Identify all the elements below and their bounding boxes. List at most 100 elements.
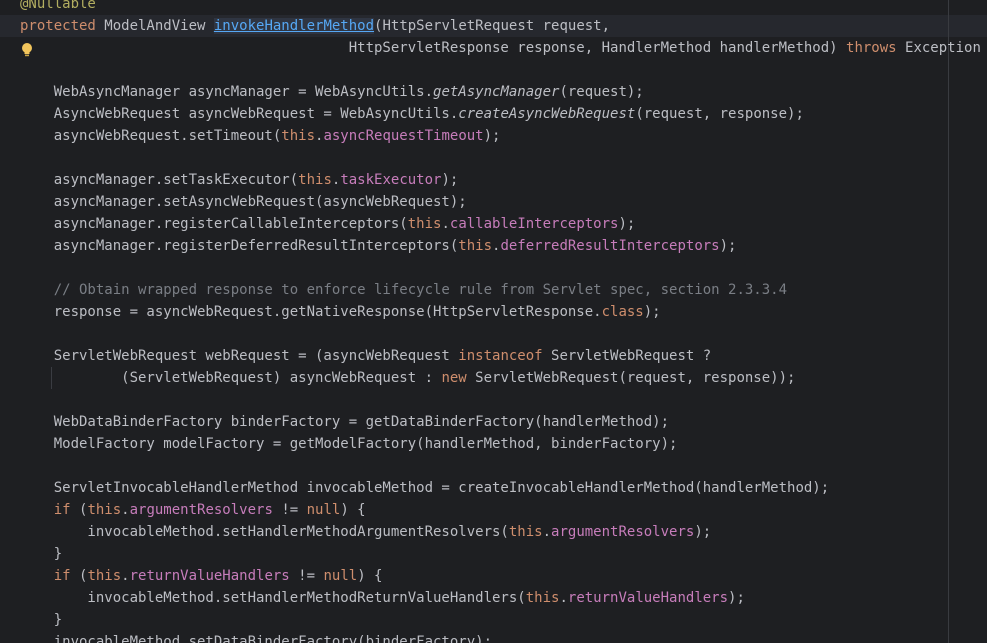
code-token: != bbox=[272, 502, 307, 518]
code-token: . bbox=[121, 502, 130, 518]
code-token: protected bbox=[20, 18, 96, 34]
code-line[interactable]: invocableMethod.setDataBinderFactory(bin… bbox=[20, 631, 987, 643]
code-line[interactable] bbox=[20, 323, 987, 345]
code-token: != bbox=[289, 568, 324, 584]
code-token: callableInterceptors bbox=[449, 216, 619, 232]
code-token: ); bbox=[643, 304, 661, 320]
code-line[interactable]: AsyncWebRequest asyncWebRequest = WebAsy… bbox=[20, 103, 987, 125]
code-token: WebAsyncManager asyncManager = WebAsyncU… bbox=[20, 84, 434, 100]
code-token: ); bbox=[618, 216, 636, 232]
code-line[interactable]: WebDataBinderFactory binderFactory = get… bbox=[20, 411, 987, 433]
code-token: returnValueHandlers bbox=[567, 590, 729, 606]
code-token: . bbox=[121, 568, 130, 584]
code-token: this bbox=[87, 568, 122, 584]
code-token: null bbox=[323, 568, 358, 584]
code-token: ); bbox=[728, 590, 745, 606]
code-token: ); bbox=[719, 238, 737, 254]
code-token: class bbox=[601, 304, 644, 320]
code-token: this bbox=[458, 238, 493, 254]
code-line[interactable]: if (this.returnValueHandlers != null) { bbox=[20, 565, 987, 587]
code-line[interactable] bbox=[20, 257, 987, 279]
code-area[interactable]: @Nullable protected ModelAndView invokeHa… bbox=[20, 0, 987, 643]
code-token: invocableMethod.setHandlerMethodArgument… bbox=[20, 524, 509, 540]
code-line[interactable]: protected ModelAndView invokeHandlerMeth… bbox=[20, 15, 987, 37]
code-line[interactable]: ServletWebRequest webRequest = (asyncWeb… bbox=[20, 345, 987, 367]
code-line[interactable]: asyncManager.setAsyncWebRequest(asyncWeb… bbox=[20, 191, 987, 213]
code-token: asyncManager.registerDeferredResultInter… bbox=[20, 238, 459, 254]
code-token: this bbox=[508, 524, 543, 540]
code-line[interactable] bbox=[20, 455, 987, 477]
code-token: } bbox=[20, 612, 63, 628]
code-line[interactable]: ServletInvocableHandlerMethod invocableM… bbox=[20, 477, 987, 499]
code-token: ); bbox=[441, 172, 459, 188]
code-token: asyncManager.setAsyncWebRequest(asyncWeb… bbox=[20, 194, 467, 210]
code-token: invocableMethod.setHandlerMethodReturnVa… bbox=[20, 590, 526, 606]
code-token: . bbox=[559, 590, 568, 606]
code-line[interactable]: ModelFactory modelFactory = getModelFact… bbox=[20, 433, 987, 455]
code-token: this bbox=[87, 502, 122, 518]
code-token: invocableMethod.setDataBinderFactory(bin… bbox=[20, 634, 493, 643]
code-token: if bbox=[53, 568, 71, 584]
code-token: throws bbox=[846, 40, 897, 56]
code-token: deferredResultInterceptors bbox=[500, 238, 720, 254]
code-line[interactable] bbox=[20, 389, 987, 411]
code-line[interactable] bbox=[20, 59, 987, 81]
code-token: asyncManager.setTaskExecutor( bbox=[20, 172, 299, 188]
code-token: asyncManager.registerCallableInterceptor… bbox=[20, 216, 408, 232]
code-line[interactable]: asyncWebRequest.setTimeout(this.asyncReq… bbox=[20, 125, 987, 147]
code-token: ModelAndView bbox=[95, 18, 214, 34]
code-line[interactable]: (ServletWebRequest) asyncWebRequest : ne… bbox=[20, 367, 987, 389]
code-token: asyncWebRequest.setTimeout( bbox=[20, 128, 282, 144]
code-token: response = asyncWebRequest.getNativeResp… bbox=[20, 304, 602, 320]
code-line[interactable]: HttpServletResponse response, HandlerMet… bbox=[20, 37, 987, 59]
code-token: ServletWebRequest(request, response)); bbox=[466, 370, 796, 386]
code-token: this bbox=[298, 172, 332, 188]
code-token: (ServletWebRequest) asyncWebRequest : bbox=[20, 370, 442, 386]
code-line[interactable]: asyncManager.setTaskExecutor(this.taskEx… bbox=[20, 169, 987, 191]
code-line[interactable]: } bbox=[20, 609, 987, 631]
code-line[interactable]: } bbox=[20, 543, 987, 565]
code-token: argumentResolvers bbox=[551, 524, 695, 540]
code-token: null bbox=[306, 502, 341, 518]
code-editor[interactable]: @Nullable protected ModelAndView invokeHa… bbox=[0, 0, 987, 643]
code-token: getAsyncManager bbox=[433, 84, 560, 100]
code-token: ( bbox=[70, 568, 88, 584]
code-line[interactable]: invocableMethod.setHandlerMethodReturnVa… bbox=[20, 587, 987, 609]
code-token: ServletWebRequest ? bbox=[542, 348, 712, 364]
code-token: new bbox=[441, 370, 467, 386]
code-token: ( bbox=[70, 502, 88, 518]
code-token: } bbox=[20, 546, 63, 562]
code-token: if bbox=[53, 502, 71, 518]
code-line[interactable] bbox=[20, 147, 987, 169]
code-line[interactable]: // Obtain wrapped response to enforce li… bbox=[20, 279, 987, 301]
code-token: taskExecutor bbox=[340, 172, 442, 188]
code-token: argumentResolvers bbox=[129, 502, 273, 518]
code-token: ); bbox=[694, 524, 712, 540]
code-token: asyncRequestTimeout bbox=[323, 128, 484, 144]
code-line[interactable]: response = asyncWebRequest.getNativeResp… bbox=[20, 301, 987, 323]
code-token: invokeHandlerMethod bbox=[213, 18, 375, 34]
code-token: returnValueHandlers bbox=[129, 568, 290, 584]
code-token: ModelFactory modelFactory = getModelFact… bbox=[20, 436, 678, 452]
code-line[interactable]: @Nullable bbox=[20, 0, 987, 15]
code-line[interactable]: asyncManager.registerDeferredResultInter… bbox=[20, 235, 987, 257]
editor-gutter[interactable] bbox=[0, 0, 18, 643]
code-token: . bbox=[542, 524, 552, 540]
code-token: ServletWebRequest webRequest = (asyncWeb… bbox=[20, 348, 459, 364]
code-line[interactable]: asyncManager.registerCallableInterceptor… bbox=[20, 213, 987, 235]
code-token: createAsyncWebRequest bbox=[458, 106, 636, 122]
code-token: WebDataBinderFactory binderFactory = get… bbox=[20, 414, 670, 430]
code-token: (HttpServletRequest request, bbox=[374, 18, 611, 34]
code-token: AsyncWebRequest asyncWebRequest = WebAsy… bbox=[20, 106, 459, 122]
code-token: ServletInvocableHandlerMethod invocableM… bbox=[20, 480, 830, 496]
code-line[interactable]: if (this.argumentResolvers != null) { bbox=[20, 499, 987, 521]
code-token: ) { bbox=[340, 502, 366, 518]
code-token: instanceof bbox=[458, 348, 543, 364]
code-token: . bbox=[441, 216, 450, 232]
code-token: HttpServletResponse response, HandlerMet… bbox=[20, 40, 847, 56]
code-line[interactable]: WebAsyncManager asyncManager = WebAsyncU… bbox=[20, 81, 987, 103]
code-token: this bbox=[525, 590, 560, 606]
code-line[interactable]: invocableMethod.setHandlerMethodArgument… bbox=[20, 521, 987, 543]
